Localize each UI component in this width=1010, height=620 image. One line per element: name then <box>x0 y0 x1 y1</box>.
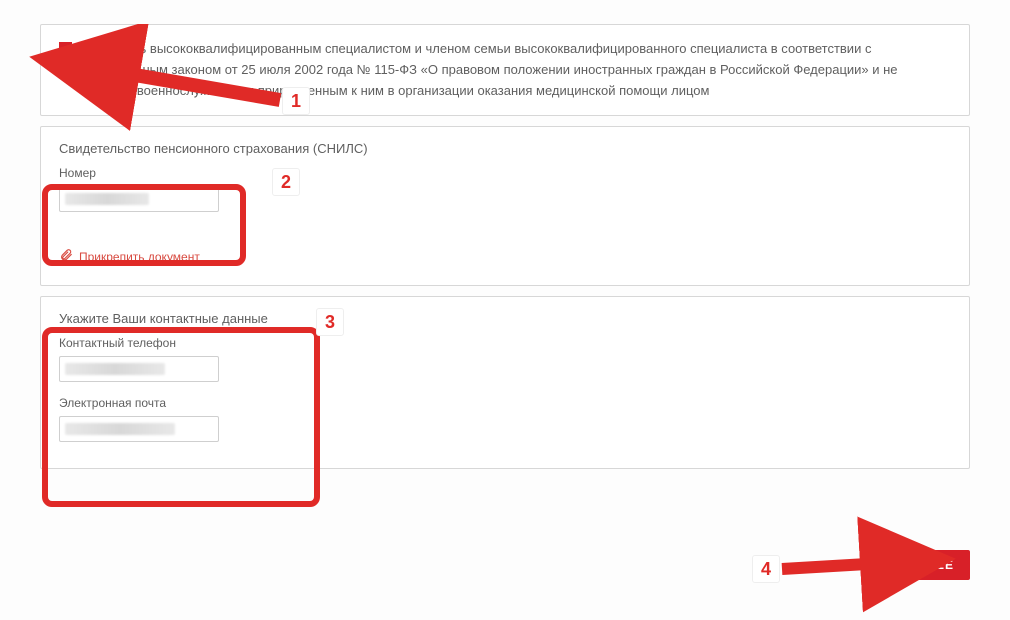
snils-title: Свидетельство пенсионного страхования (С… <box>59 141 951 156</box>
paperclip-icon <box>59 248 73 265</box>
next-button[interactable]: ДАЛЕЕ <box>891 550 970 580</box>
declaration-text: Я являюсь высококвалифицированным специа… <box>82 39 951 101</box>
snils-panel: Свидетельство пенсионного страхования (С… <box>40 126 970 286</box>
email-label: Электронная почта <box>59 396 951 410</box>
declaration-checkbox[interactable] <box>59 42 72 55</box>
declaration-panel: Я являюсь высококвалифицированным специа… <box>40 24 970 116</box>
redacted-placeholder <box>65 363 165 375</box>
redacted-placeholder <box>65 423 175 435</box>
callout-number-2: 2 <box>272 168 300 196</box>
snils-number-label: Номер <box>59 166 951 180</box>
contacts-panel: Укажите Ваши контактные данные Контактны… <box>40 296 970 469</box>
callout-number-4: 4 <box>752 555 780 583</box>
callout-number-1: 1 <box>282 87 310 115</box>
phone-label: Контактный телефон <box>59 336 951 350</box>
redacted-placeholder <box>65 193 149 205</box>
attach-document-label: Прикрепить документ <box>79 250 200 264</box>
callout-number-3: 3 <box>316 308 344 336</box>
attach-document-link[interactable]: Прикрепить документ <box>59 248 951 265</box>
contacts-title: Укажите Ваши контактные данные <box>59 311 951 326</box>
